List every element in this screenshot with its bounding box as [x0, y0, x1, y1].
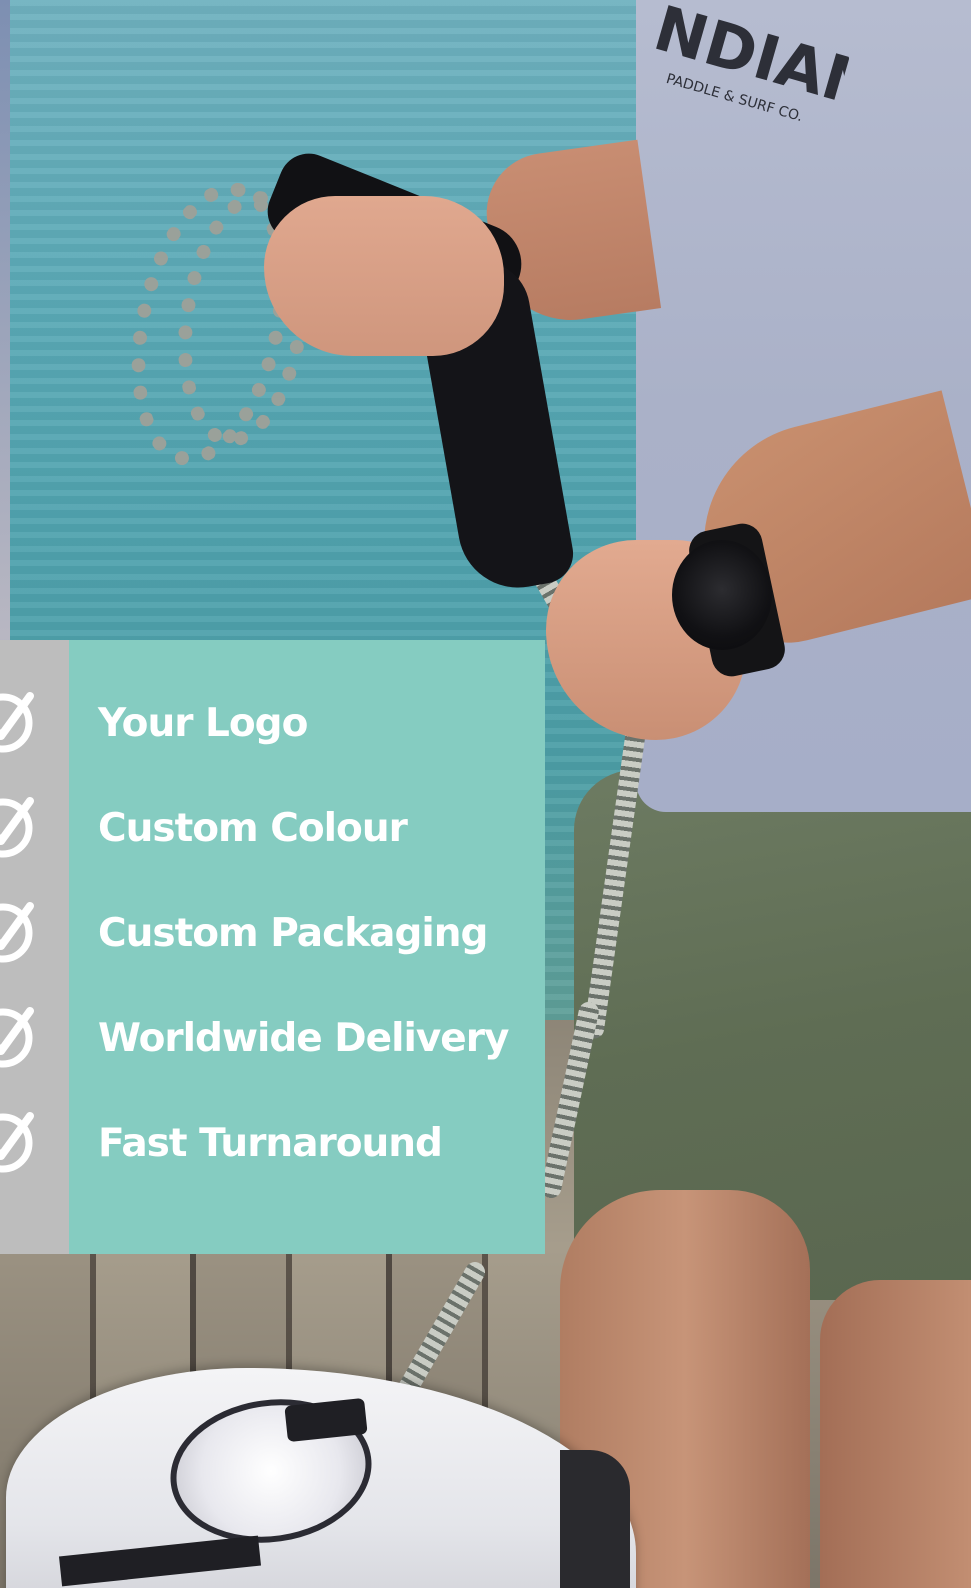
- feature-item-custom-colour: Custom Colour: [98, 806, 408, 851]
- check-circle-icon: [0, 1110, 36, 1176]
- person-hand-upper: [264, 196, 504, 356]
- shirt-print: NDIANA PADDLE & SURF CO.: [623, 0, 930, 172]
- paddle-board-rail: [560, 1450, 630, 1588]
- check-circle-icon: [0, 690, 36, 756]
- person-leg-right: [820, 1280, 971, 1588]
- feature-item-fast-turnaround: Fast Turnaround: [98, 1121, 443, 1166]
- feature-item-worldwide-delivery: Worldwide Delivery: [98, 1016, 509, 1061]
- wrist-watch: [672, 540, 772, 650]
- check-circle-icon: [0, 900, 36, 966]
- feature-item-your-logo: Your Logo: [98, 701, 308, 746]
- check-circle-icon: [0, 1005, 36, 1071]
- product-photo-scene: NDIANA PADDLE & SURF CO. Your Logo Custo…: [0, 0, 971, 1588]
- feature-item-custom-packaging: Custom Packaging: [98, 911, 488, 956]
- check-circle-icon: [0, 795, 36, 861]
